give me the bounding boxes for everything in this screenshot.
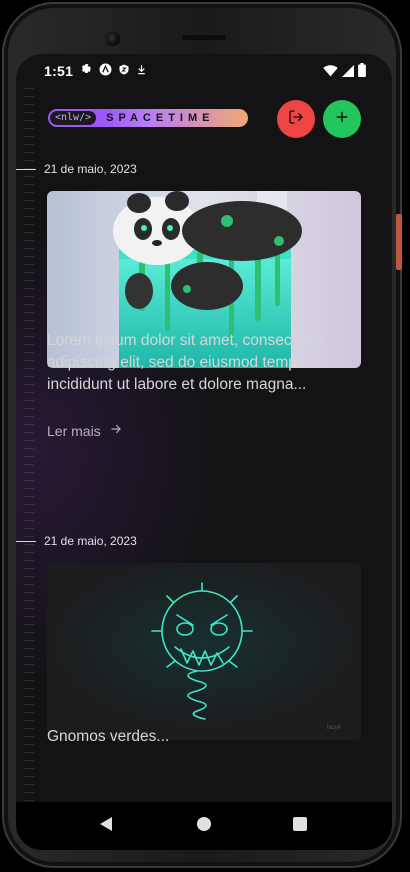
android-nav-bar xyxy=(16,802,392,850)
neon-gnome-image[interactable]: lazy4 xyxy=(47,563,361,740)
power-button xyxy=(396,214,402,270)
add-memory-button[interactable] xyxy=(323,100,361,138)
logout-button[interactable] xyxy=(277,100,315,138)
gear-icon xyxy=(80,63,93,79)
wifi-icon xyxy=(323,64,338,80)
read-more-link[interactable]: Ler mais xyxy=(47,422,123,439)
logo-wordmark: SPACETIME xyxy=(106,112,215,124)
home-button[interactable] xyxy=(194,816,214,836)
memory-date: 21 de maio, 2023 xyxy=(16,532,137,550)
home-icon xyxy=(196,816,212,837)
status-time: 1:51 xyxy=(44,63,74,79)
memory-excerpt: Lorem ipsum dolor sit amet, consectetur … xyxy=(47,332,323,393)
timeline-marker xyxy=(16,168,36,170)
shield-icon xyxy=(118,63,130,79)
timeline-ruler xyxy=(24,88,34,808)
recents-icon xyxy=(293,816,307,836)
plus-icon xyxy=(335,110,349,129)
back-icon xyxy=(99,816,113,837)
front-camera xyxy=(106,32,120,46)
nlw-spacetime-logo: <nlw/> SPACETIME xyxy=(48,109,248,127)
logout-icon xyxy=(288,109,304,130)
phone-frame: 1:51 <nlw/> SPACETIME 21 de maio, 2023 L… xyxy=(2,2,402,868)
download-icon xyxy=(136,63,147,79)
memory-date-text: 21 de maio, 2023 xyxy=(44,534,137,548)
app-header: <nlw/> SPACETIME xyxy=(16,100,392,140)
memory-excerpt: Gnomos verdes... xyxy=(47,728,170,745)
timeline-marker xyxy=(16,540,36,542)
logo-tag: <nlw/> xyxy=(50,111,97,125)
recents-button[interactable] xyxy=(290,816,310,836)
battery-icon xyxy=(358,63,366,80)
android-icon xyxy=(99,63,112,79)
signal-icon xyxy=(342,64,354,80)
app-screen: 1:51 <nlw/> SPACETIME 21 de maio, 2023 L… xyxy=(16,54,392,850)
system-icons xyxy=(323,63,366,80)
memory-date: 21 de maio, 2023 xyxy=(16,160,137,178)
memory-date-text: 21 de maio, 2023 xyxy=(44,162,137,176)
read-more-label: Ler mais xyxy=(47,422,101,439)
earpiece-speaker xyxy=(182,35,226,40)
arrow-right-icon xyxy=(109,422,123,439)
notification-icons xyxy=(80,63,147,79)
status-bar: 1:51 xyxy=(16,54,392,88)
back-button[interactable] xyxy=(96,816,116,836)
